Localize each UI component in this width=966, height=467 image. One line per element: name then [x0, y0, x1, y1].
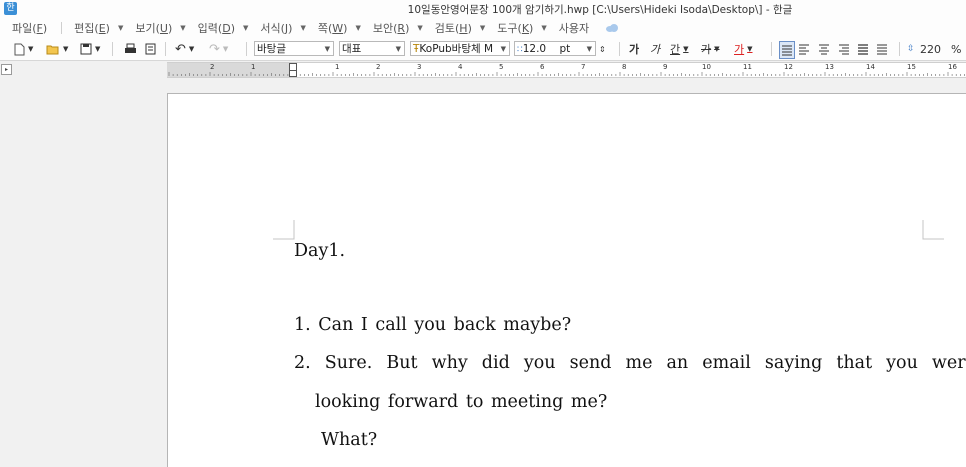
document-line[interactable]: Day1.: [294, 241, 345, 261]
ruler-number: 9: [663, 63, 668, 71]
strikethrough-button[interactable]: 가 ▼: [701, 41, 720, 57]
menu-security[interactable]: 보안(R) ▼: [373, 20, 423, 36]
print-preview-icon[interactable]: [145, 41, 156, 57]
menu-file[interactable]: 파일(F): [12, 20, 47, 36]
menu-edit[interactable]: 편집(E) ▼: [74, 20, 123, 36]
menu-user[interactable]: 사용자: [559, 20, 589, 36]
style-select[interactable]: 바탕글 ▼: [254, 41, 334, 56]
chevron-down-icon[interactable]: ▼: [243, 24, 248, 32]
print-icon[interactable]: [124, 41, 137, 57]
menu-divider: [61, 22, 63, 34]
ruler-number: 16: [948, 63, 957, 71]
toolbar-divider: [112, 42, 113, 56]
chevron-down-icon[interactable]: ▼: [118, 24, 123, 32]
open-folder-icon[interactable]: ▼: [46, 41, 68, 57]
ruler-number: 14: [866, 63, 875, 71]
line-spacing-value[interactable]: 220: [920, 41, 941, 57]
ruler-number: 5: [499, 63, 504, 71]
ruler-number: 8: [622, 63, 627, 71]
ruler-number: 1: [335, 63, 340, 71]
menu-tools[interactable]: 도구(K) ▼: [497, 20, 546, 36]
ruler-number: 11: [743, 63, 752, 71]
cloud-icon[interactable]: [605, 23, 619, 33]
document-line[interactable]: 1. Can I call you back maybe?: [294, 315, 571, 335]
ruler-number: 3: [417, 63, 422, 71]
ruler-number: 2: [210, 63, 215, 71]
chevron-down-icon[interactable]: ▼: [541, 24, 546, 32]
toolbar-divider: [246, 42, 247, 56]
bold-button[interactable]: 가: [629, 41, 639, 57]
ruler-number: 1: [251, 63, 256, 71]
chevron-down-icon[interactable]: ▼: [300, 24, 305, 32]
chevron-down-icon[interactable]: ▼: [417, 24, 422, 32]
menu-format[interactable]: 서식(J) ▼: [260, 20, 305, 36]
menu-bar: 파일(F) 편집(E) ▼ 보기(U) ▼ 입력(D) ▼ 서식(J) ▼ 쪽(W) ▼ …: [0, 18, 966, 38]
horizontal-ruler[interactable]: 2 1 1 2 3 4 5 6 7 8 9 10 11 12 13 14 15 …: [167, 62, 966, 78]
toolbar-divider: [771, 42, 772, 56]
chevron-down-icon[interactable]: ▼: [355, 24, 360, 32]
ruler-number: 4: [458, 63, 463, 71]
ruler-number: 10: [702, 63, 711, 71]
line-spacing-icon[interactable]: ⇳: [907, 41, 915, 57]
toolbar-divider: [899, 42, 900, 56]
ruler-number: 15: [907, 63, 916, 71]
ruler-ticks: [168, 72, 965, 76]
new-document-icon[interactable]: ▼: [14, 41, 33, 57]
chevron-down-icon[interactable]: ▼: [480, 24, 485, 32]
align-center-icon[interactable]: [818, 41, 830, 57]
document-line[interactable]: 2. Sure. But why did you send me an emai…: [294, 353, 966, 373]
tab-type-selector[interactable]: ▸: [1, 64, 12, 75]
menu-insert[interactable]: 입력(D) ▼: [198, 20, 249, 36]
menu-page[interactable]: 쪽(W) ▼: [318, 20, 361, 36]
align-left-icon[interactable]: [798, 41, 810, 57]
hangul-app-icon[interactable]: 한: [4, 2, 17, 15]
title-bar: 한 10일동안영어문장 100개 암기하기.hwp [C:\Users\Hide…: [0, 0, 966, 18]
window-title: 10일동안영어문장 100개 암기하기.hwp [C:\Users\Hideki…: [407, 4, 793, 16]
document-line[interactable]: looking forward to meeting me?: [315, 392, 607, 412]
menu-review[interactable]: 검토(H) ▼: [435, 20, 486, 36]
language-select[interactable]: 대표 ▼: [339, 41, 405, 56]
undo-icon[interactable]: ↶ ▼: [175, 41, 194, 57]
font-color-button[interactable]: 가 ▼: [734, 41, 753, 57]
margin-marker[interactable]: [289, 70, 297, 77]
menu-view[interactable]: 보기(U) ▼: [135, 20, 185, 36]
redo-icon[interactable]: ↷ ▼: [209, 41, 228, 57]
formatting-toolbar: ▼ ▼ ▼ ↶ ▼ ↷ ▼ 바탕글 ▼ 대표 ▼ ŦKoPub바탕체 M ▼ ∷12.0 …: [0, 38, 966, 61]
ruler-number: 12: [784, 63, 793, 71]
align-right-icon[interactable]: [838, 41, 850, 57]
ruler-number: 13: [825, 63, 834, 71]
align-justify-icon[interactable]: [779, 41, 795, 59]
italic-button[interactable]: 가: [650, 41, 660, 57]
document-page[interactable]: Day1. 1. Can I call you back maybe? 2. S…: [167, 93, 966, 467]
underline-button[interactable]: 간 ▼: [670, 41, 689, 57]
distribute-icon[interactable]: [857, 41, 869, 57]
save-icon[interactable]: ▼: [80, 41, 100, 57]
toolbar-divider: [619, 42, 620, 56]
toolbar-divider: [165, 42, 166, 56]
chevron-down-icon[interactable]: ▼: [180, 24, 185, 32]
document-line[interactable]: What?: [321, 430, 377, 450]
line-spacing-unit: %: [951, 42, 962, 56]
font-select[interactable]: ŦKoPub바탕체 M ▼: [410, 41, 510, 56]
font-size-field[interactable]: ∷12.0 pt ▼: [514, 41, 596, 56]
ruler-number: 6: [540, 63, 545, 71]
ruler-number: 7: [581, 63, 586, 71]
ruler-number: 2: [376, 63, 381, 71]
divide-icon[interactable]: [876, 41, 888, 57]
font-size-stepper[interactable]: ⇕: [599, 41, 606, 57]
